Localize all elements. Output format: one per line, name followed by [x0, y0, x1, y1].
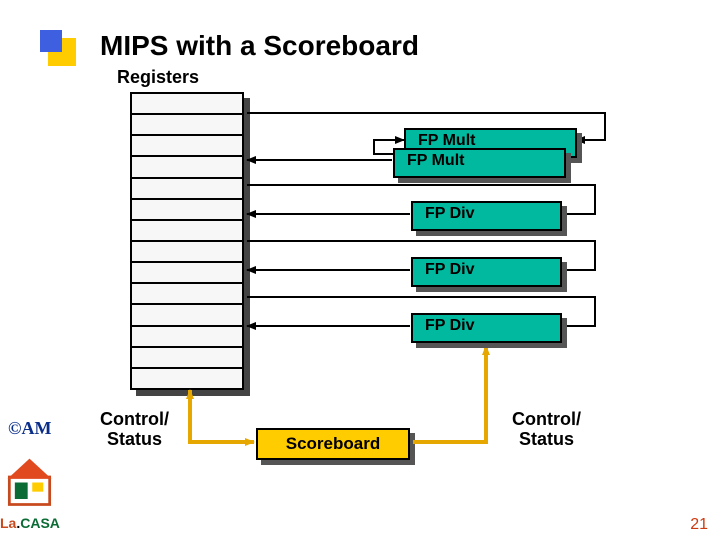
title-bullet-icon: [40, 30, 76, 66]
lacasa-logo-icon: [2, 455, 57, 515]
register-row: [132, 221, 242, 242]
fp-div-unit-3: FP Div: [411, 313, 562, 343]
register-file: [130, 92, 244, 390]
register-row: [132, 369, 242, 388]
register-row: [132, 348, 242, 369]
register-row: [132, 94, 242, 115]
register-row: [132, 136, 242, 157]
register-row: [132, 200, 242, 221]
register-row: [132, 263, 242, 284]
fp-mult-unit-front: FP Mult: [393, 148, 566, 178]
fp-div-unit-2: FP Div: [411, 257, 562, 287]
fp-div-unit-1: FP Div: [411, 201, 562, 231]
control-status-right-label: Control/Status: [512, 410, 581, 450]
scoreboard-box: Scoreboard: [256, 428, 410, 460]
lacasa-suffix: CASA: [20, 515, 60, 531]
lacasa-text: La.CASA: [0, 515, 60, 531]
register-row: [132, 305, 242, 326]
register-row: [132, 242, 242, 263]
register-row: [132, 284, 242, 305]
control-status-left-label: Control/Status: [100, 410, 169, 450]
copyright-badge: ©AM: [8, 418, 51, 439]
register-row: [132, 157, 242, 178]
lacasa-prefix: La: [0, 515, 16, 531]
slide-title: MIPS with a Scoreboard: [100, 30, 419, 62]
register-row: [132, 327, 242, 348]
register-row: [132, 115, 242, 136]
register-row: [132, 179, 242, 200]
registers-label: Registers: [117, 67, 199, 88]
page-number: 21: [690, 516, 708, 534]
